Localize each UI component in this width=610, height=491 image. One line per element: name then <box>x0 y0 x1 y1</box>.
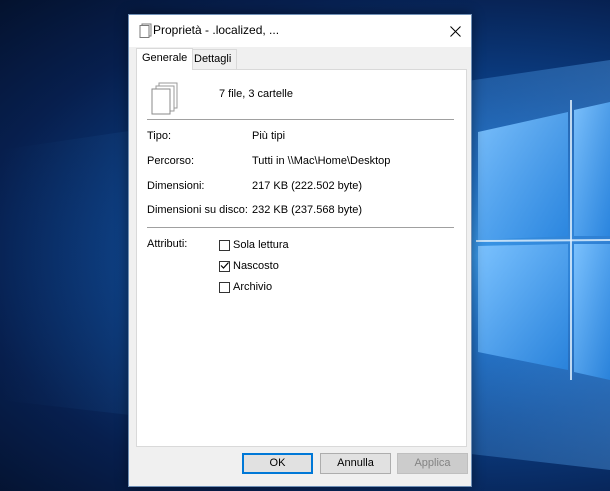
title-bar[interactable]: Proprietà - .localized, ... <box>129 15 471 47</box>
tab-dettagli[interactable]: Dettagli <box>189 49 238 69</box>
checkbox-archive[interactable] <box>219 282 230 293</box>
property-label-location: Percorso: <box>147 155 195 167</box>
documents-icon <box>137 23 153 39</box>
checkbox-archive-label[interactable]: Archivio <box>233 281 272 293</box>
close-button[interactable] <box>439 15 471 47</box>
checkmark-icon <box>220 262 229 269</box>
apply-button[interactable]: Applica <box>397 453 468 474</box>
property-value-type: Più tipi <box>252 130 286 142</box>
checkbox-read-only-label[interactable]: Sola lettura <box>233 239 289 251</box>
ok-button[interactable]: OK <box>242 453 313 474</box>
summary-text: 7 file, 3 cartelle <box>219 88 293 100</box>
divider <box>147 119 454 120</box>
property-label-size: Dimensioni: <box>147 180 205 192</box>
property-label-type: Tipo: <box>147 130 172 142</box>
close-icon <box>449 25 461 37</box>
window-title: Proprietà - .localized, ... <box>153 23 280 37</box>
attributes-label: Attributi: <box>147 238 188 250</box>
property-value-location: Tutti in \\Mac\Home\Desktop <box>252 155 391 167</box>
property-value-size-on-disk: 232 KB (237.568 byte) <box>252 204 363 216</box>
multiple-files-icon <box>150 82 180 119</box>
checkbox-hidden[interactable] <box>219 261 230 272</box>
tab-generale[interactable]: Generale <box>136 48 194 70</box>
property-value-size: 217 KB (222.502 byte) <box>252 180 363 192</box>
properties-dialog: Proprietà - .localized, ... Generale Det… <box>128 14 472 487</box>
checkbox-hidden-label[interactable]: Nascosto <box>233 260 279 272</box>
checkbox-read-only[interactable] <box>219 240 230 251</box>
tab-panel-generale: 7 file, 3 cartelle Tipo: Più tipi Percor… <box>136 69 467 447</box>
divider <box>147 227 454 228</box>
property-label-size-on-disk: Dimensioni su disco: <box>147 204 248 216</box>
cancel-button[interactable]: Annulla <box>320 453 391 474</box>
